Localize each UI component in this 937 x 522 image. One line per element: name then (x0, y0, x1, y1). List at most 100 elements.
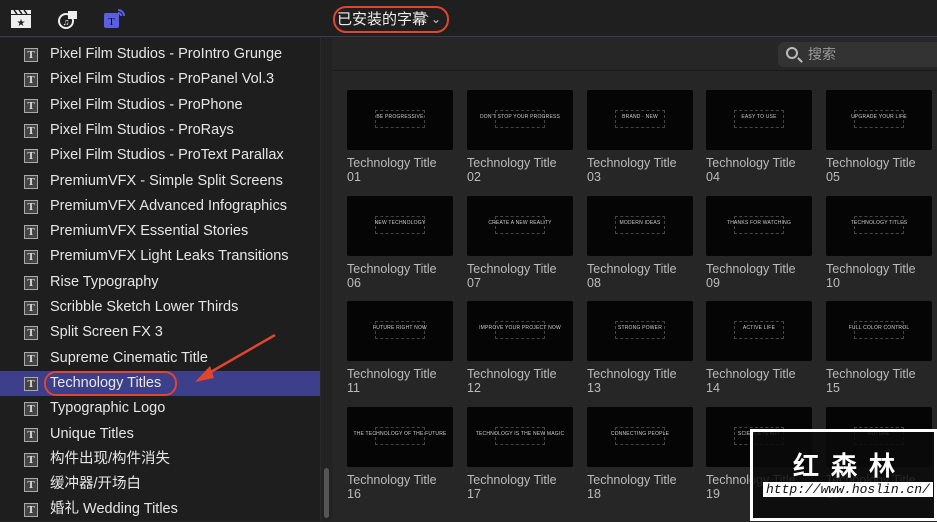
music-photo-icon[interactable]: ♫ (57, 9, 79, 29)
title-icon: T (24, 123, 38, 138)
title-card[interactable]: STRONG POWER Technology Title 13 (587, 301, 697, 401)
title-card[interactable]: ACTIVE LIFE Technology Title 14 (706, 301, 816, 401)
card-title-text: Technology Title (347, 367, 437, 381)
title-card[interactable]: TECHNOLOGY IS THE NEW MAGIC Technology Ti… (467, 407, 577, 507)
title-icon: T (24, 73, 38, 88)
title-thumbnail[interactable]: THANKS FOR WATCHING (706, 196, 812, 256)
title-card[interactable]: BRAND · NEW Technology Title 03 (587, 90, 697, 190)
sidebar-item[interactable]: T Pixel Film Studios - ProRays (0, 118, 320, 143)
title-card[interactable]: BE PROGRESSIVE Technology Title 01 (347, 90, 457, 190)
title-card[interactable]: THE TECHNOLOGY OF THE FUTURE Technology T… (347, 407, 457, 507)
title-card[interactable]: NEW TECHNOLOGY Technology Title 06 (347, 196, 457, 296)
card-title-text: Technology Title (587, 367, 677, 381)
thumbnail-text: DON'T STOP YOUR PROGRESS (479, 114, 561, 120)
title-card[interactable]: EASY TO USE Technology Title 04 (706, 90, 816, 190)
sidebar-item[interactable]: T Pixel Film Studios - ProPanel Vol.3 (0, 67, 320, 92)
title-card[interactable]: CREATE A NEW REALITY Technology Title 07 (467, 196, 577, 296)
title-thumbnail[interactable]: FULL COLOR CONTROL (826, 301, 932, 361)
card-number: 02 (467, 170, 481, 184)
title-card[interactable]: FUTURE RIGHT NOW Technology Title 11 (347, 301, 457, 401)
title-thumbnail[interactable]: FUTURE RIGHT NOW (347, 301, 453, 361)
sidebar-item[interactable]: T 构件出现/构件消失 (0, 447, 320, 472)
card-title: Technology Title 01 (347, 156, 457, 184)
sidebar-item-label: Supreme Cinematic Title (50, 349, 208, 366)
clapper-star-icon[interactable]: ★ (10, 9, 32, 29)
title-card[interactable]: UPGRADE YOUR LIFE Technology Title 05 (826, 90, 936, 190)
title-thumbnail[interactable]: BE PROGRESSIVE (347, 90, 453, 150)
title-thumbnail[interactable]: ACTIVE LIFE (706, 301, 812, 361)
title-thumbnail[interactable]: CREATE A NEW REALITY (467, 196, 573, 256)
card-title: Technology Title 13 (587, 367, 697, 395)
sidebar-item[interactable]: T PremiumVFX - Simple Split Screens (0, 169, 320, 194)
library-selector[interactable]: 已安装的字幕 ⌃⌄ (333, 6, 449, 33)
sidebar-item-label: PremiumVFX Advanced Infographics (50, 197, 287, 214)
title-thumbnail[interactable]: BRAND · NEW (587, 90, 693, 150)
card-number: 15 (826, 381, 840, 395)
title-thumbnail[interactable]: THE TECHNOLOGY OF THE FUTURE (347, 407, 453, 467)
sidebar-item[interactable]: T PremiumVFX Advanced Infographics (0, 194, 320, 219)
title-card[interactable]: CONNECTING PEOPLE Technology Title 18 (587, 407, 697, 507)
thumbnail-text: ACTIVE LIFE (742, 325, 776, 331)
card-title-text: Technology Title (826, 262, 916, 276)
sidebar-item[interactable]: T 缓冲器/开场白 (0, 472, 320, 497)
thumbnail-text: IMPROVE YOUR PROJECT NOW (479, 325, 561, 331)
sidebar-item[interactable]: T Typographic Logo (0, 396, 320, 421)
title-icon: T (24, 427, 38, 442)
scrollbar-thumb[interactable] (324, 468, 329, 518)
titles-icon[interactable]: T (103, 9, 125, 29)
title-thumbnail[interactable]: CONNECTING PEOPLE (587, 407, 693, 467)
thumbnail-text: FULL COLOR CONTROL (848, 325, 910, 331)
title-thumbnail[interactable]: STRONG POWER (587, 301, 693, 361)
title-thumbnail[interactable]: TECHNOLOGY IS THE NEW MAGIC (467, 407, 573, 467)
title-thumbnail[interactable]: DON'T STOP YOUR PROGRESS (467, 90, 573, 150)
title-thumbnail[interactable]: MODERN IDEAS (587, 196, 693, 256)
card-number: 01 (347, 170, 361, 184)
title-card[interactable]: THANKS FOR WATCHING Technology Title 09 (706, 196, 816, 296)
annotation-arrow-icon (195, 333, 276, 382)
sidebar-item[interactable]: T 婚礼 Wedding Titles (0, 497, 320, 522)
sidebar-item[interactable]: T PremiumVFX Light Leaks Transitions (0, 244, 320, 269)
thumbnail-text: TECHNOLOGY IS THE NEW MAGIC (475, 431, 565, 437)
title-card[interactable]: FULL COLOR CONTROL Technology Title 15 (826, 301, 936, 401)
title-icon: T (24, 351, 38, 366)
sidebar: T Pixel Film Studios - ProIntro Grunge T Pi… (0, 38, 320, 521)
title-card[interactable]: DON'T STOP YOUR PROGRESS Technology Title… (467, 90, 577, 190)
sidebar-item-label: PremiumVFX - Simple Split Screens (50, 172, 283, 189)
title-thumbnail[interactable]: IMPROVE YOUR PROJECT NOW (467, 301, 573, 361)
thumbnail-text: BE PROGRESSIVE (376, 114, 424, 120)
sidebar-scrollbar[interactable] (320, 38, 332, 521)
thumbnail-text: CREATE A NEW REALITY (488, 220, 552, 226)
card-title: Technology Title 17 (467, 473, 577, 501)
sidebar-item[interactable]: T Scribble Sketch Lower Thirds (0, 295, 320, 320)
sidebar-item[interactable]: T Unique Titles (0, 422, 320, 447)
card-number: 06 (347, 276, 361, 290)
card-number: 11 (347, 381, 360, 395)
title-icon: T (24, 452, 38, 467)
title-card[interactable]: MODERN IDEAS Technology Title 08 (587, 196, 697, 296)
card-number: 04 (706, 170, 720, 184)
thumbnail-text: CONNECTING PEOPLE (610, 431, 670, 437)
sidebar-item[interactable]: T PremiumVFX Essential Stories (0, 219, 320, 244)
card-number: 09 (706, 276, 720, 290)
divider (333, 70, 937, 71)
sidebar-item[interactable]: T Rise Typography (0, 270, 320, 295)
title-thumbnail[interactable]: UPGRADE YOUR LIFE (826, 90, 932, 150)
search-input[interactable]: 搜索 (778, 42, 937, 67)
title-thumbnail[interactable]: NEW TECHNOLOGY (347, 196, 453, 256)
sidebar-item[interactable]: T Pixel Film Studios - ProPhone (0, 93, 320, 118)
card-title: Technology Title 05 (826, 156, 936, 184)
title-card[interactable]: TECHNOLOGY TITLES Technology Title 10 (826, 196, 936, 296)
thumbnail-text: EASY TO USE (741, 114, 777, 120)
sidebar-item[interactable]: T Pixel Film Studios - ProIntro Grunge (0, 42, 320, 67)
toolbar: ★ ♫ T 已安装的字幕 ⌃⌄ (0, 0, 937, 37)
title-thumbnail[interactable]: TECHNOLOGY TITLES (826, 196, 932, 256)
card-title: Technology Title 02 (467, 156, 577, 184)
watermark: 红森林 http://www.hoslin.cn/ (750, 429, 937, 521)
sidebar-item[interactable]: T Pixel Film Studios - ProText Parallax (0, 143, 320, 168)
thumbnail-text: MODERN IDEAS (619, 220, 661, 226)
title-icon: T (24, 376, 38, 391)
title-card[interactable]: IMPROVE YOUR PROJECT NOW Technology Title… (467, 301, 577, 401)
title-thumbnail[interactable]: EASY TO USE (706, 90, 812, 150)
sidebar-item-label: Pixel Film Studios - ProPhone (50, 96, 243, 113)
card-title-text: Technology Title (347, 473, 437, 487)
